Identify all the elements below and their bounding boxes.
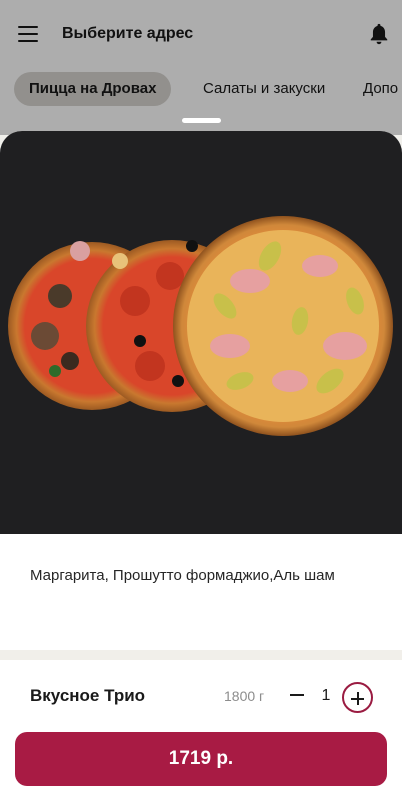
minus-icon [290, 694, 304, 696]
pizza-image [8, 216, 393, 436]
product-weight: 1800 г [224, 688, 265, 704]
section-divider [0, 650, 402, 660]
increase-quantity-button[interactable] [342, 682, 373, 713]
product-sheet: Маргарита, Прошутто формаджио,Аль шам Вк… [0, 131, 402, 800]
product-description: Маргарита, Прошутто формаджио,Аль шам [30, 567, 335, 584]
quantity-value: 1 [321, 687, 331, 704]
add-to-cart-button[interactable]: 1719 р. [15, 732, 387, 786]
modal-overlay[interactable] [0, 0, 402, 135]
decrease-quantity-button[interactable] [284, 682, 310, 708]
product-photo [0, 131, 402, 534]
product-name: Вкусное Трио [30, 686, 146, 705]
sheet-drag-handle[interactable] [182, 118, 221, 123]
